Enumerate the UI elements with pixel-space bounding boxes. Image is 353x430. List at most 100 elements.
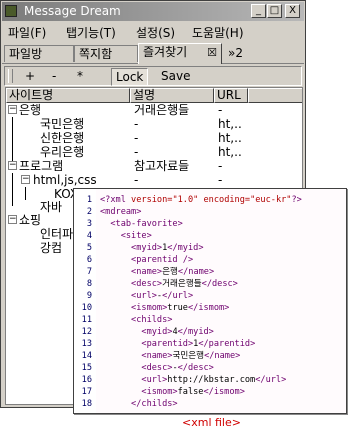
code-token: <parentid>	[100, 339, 194, 349]
site-url: -	[218, 159, 223, 173]
minimize-button[interactable]: _	[251, 4, 266, 18]
code-text: <childs>	[100, 314, 172, 326]
title-bar[interactable]: Message Dream _ □ X	[2, 2, 304, 21]
tab-overflow[interactable]: »2	[224, 45, 254, 62]
xml-code-panel: 1 <?xml version="1.0" encoding="euc-kr"?>…	[73, 188, 347, 414]
add-button[interactable]: +	[25, 68, 35, 84]
code-token: version=	[131, 195, 173, 205]
tab-messages[interactable]: 쪽지함	[74, 45, 138, 62]
code-token: </childs>	[100, 399, 178, 409]
tree-row[interactable]: − 은행 거래은행들 -	[6, 103, 302, 117]
code-token: <?xml	[100, 195, 132, 205]
code-line: 8 <desc>거래은행들</desc>	[74, 278, 346, 290]
code-token: </name>	[204, 351, 241, 361]
code-token: </url>	[255, 375, 287, 385]
code-line: 6 <parentid />	[74, 254, 346, 266]
code-line: 9 <url>-</url>	[74, 290, 346, 302]
code-text: <url>-</url>	[100, 290, 193, 302]
figure-caption: <xml file>	[182, 416, 241, 429]
tree-row[interactable]: − 프로그램 참고자료들 -	[6, 159, 302, 173]
site-url: ht,..	[218, 117, 242, 131]
code-text: <ismom>true</ismom>	[100, 302, 229, 314]
collapse-icon[interactable]: −	[8, 161, 17, 170]
collapse-icon[interactable]: −	[8, 105, 17, 114]
line-number: 6	[86, 255, 92, 265]
code-token: <ismom>	[100, 387, 178, 397]
code-text: <site>	[100, 230, 152, 242]
line-number: 10	[81, 303, 92, 313]
code-token: <url>	[100, 291, 157, 301]
code-token: </url>	[162, 291, 194, 301]
toolbar-grip-icon[interactable]	[8, 69, 13, 83]
site-name: 국민은행	[40, 117, 85, 131]
save-button[interactable]: Save	[161, 68, 190, 84]
code-token: ?>	[291, 195, 302, 205]
tab-files[interactable]: 파일방	[4, 45, 74, 62]
code-text: <name>국민은행</name>	[100, 350, 240, 362]
code-token: http://kbstar.com	[167, 375, 256, 385]
code-text: <parentid>1</parentid>	[100, 338, 255, 350]
close-button[interactable]: X	[285, 4, 300, 18]
code-line: 7 <name>은행</name>	[74, 266, 346, 278]
line-number: 15	[81, 363, 92, 373]
code-token: <desc>	[100, 363, 173, 373]
code-token: <tab-favorite>	[100, 219, 183, 229]
tab-favorites[interactable]: 즐겨찾기 ☒	[138, 43, 222, 64]
site-name: 인터파	[40, 227, 74, 241]
code-token: </ismom>	[203, 387, 245, 397]
line-number: 13	[81, 339, 92, 349]
collapse-icon[interactable]: −	[8, 215, 17, 224]
code-text: </childs>	[100, 398, 178, 410]
line-number: 18	[81, 399, 92, 409]
column-header-site[interactable]: 사이트명	[6, 88, 130, 103]
site-name: 은행	[19, 103, 42, 117]
tab-overflow-label: »2	[228, 46, 243, 60]
lock-button[interactable]: Lock	[111, 68, 149, 86]
code-line: 3 <tab-favorite>	[74, 218, 346, 230]
line-number: 4	[86, 231, 92, 241]
code-text: <desc>-</desc>	[100, 362, 213, 374]
code-text: <tab-favorite>	[100, 218, 183, 230]
site-name: 신한은행	[40, 131, 85, 145]
menu-settings[interactable]: 설정(S)	[136, 24, 175, 41]
code-token: </desc>	[201, 279, 238, 289]
code-line: 11 <childs>	[74, 314, 346, 326]
code-token: <ismom>	[100, 303, 168, 313]
site-url: ht,..	[218, 131, 242, 145]
tab-favorites-label: 즐겨찾기	[143, 45, 188, 59]
line-number: 17	[81, 387, 92, 397]
tab-close-icon[interactable]: ☒	[207, 45, 217, 61]
column-header-url[interactable]: URL	[214, 88, 248, 103]
code-line: 1 <?xml version="1.0" encoding="euc-kr"?>	[74, 194, 346, 206]
tree-row[interactable]: 국민은행 - ht,..	[6, 117, 302, 131]
collapse-icon[interactable]: −	[21, 175, 30, 184]
column-header-filler	[248, 88, 302, 103]
menu-file[interactable]: 파일(F)	[8, 24, 46, 41]
site-name: 쇼핑	[19, 213, 42, 227]
code-line: 2 <mdream>	[74, 206, 346, 218]
tab-strip: 파일방 쪽지함 즐겨찾기 ☒ »2	[2, 43, 304, 64]
site-url: -	[218, 173, 223, 187]
tree-row[interactable]: 우리은행 - ht,..	[6, 145, 302, 159]
tree-row[interactable]: 신한은행 - ht,..	[6, 131, 302, 145]
menu-tab[interactable]: 탭기능(T)	[66, 24, 116, 41]
code-token: <parentid />	[100, 255, 194, 265]
line-number: 5	[86, 243, 92, 253]
column-header-desc[interactable]: 설명	[130, 88, 214, 103]
maximize-button[interactable]: □	[267, 4, 282, 18]
site-name: 우리은행	[40, 145, 85, 159]
remove-button[interactable]: -	[52, 68, 56, 84]
star-button[interactable]: *	[77, 68, 83, 84]
site-desc: 거래은행들	[134, 103, 190, 117]
tree-row[interactable]: − html,js,css - -	[6, 173, 302, 187]
code-token: 은행	[162, 267, 178, 277]
site-desc: -	[134, 173, 139, 187]
menu-help[interactable]: 도움말(H)	[192, 24, 244, 41]
code-token: </name>	[177, 267, 215, 277]
line-number: 11	[81, 315, 92, 325]
line-number: 7	[86, 267, 92, 277]
site-name: 강컴	[40, 241, 63, 255]
code-token: </myid>	[177, 327, 214, 337]
site-name: 자바	[40, 200, 63, 214]
code-token: <url>	[100, 375, 168, 385]
